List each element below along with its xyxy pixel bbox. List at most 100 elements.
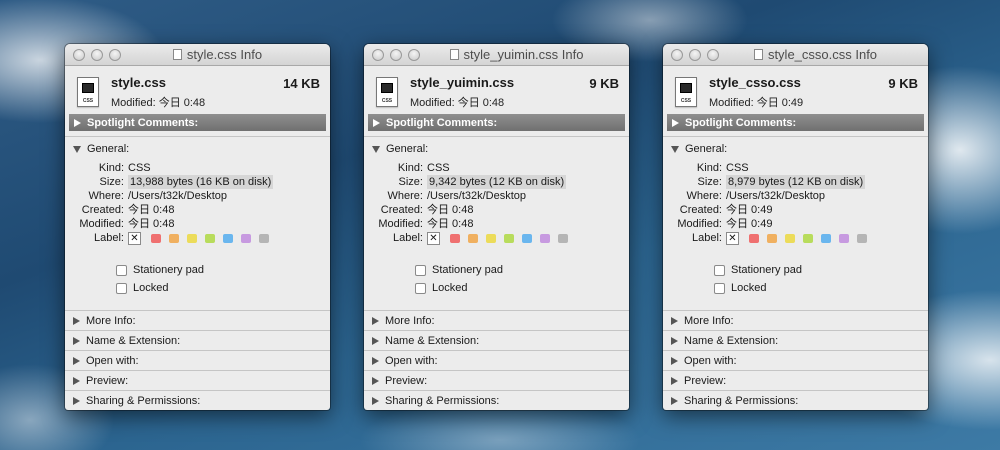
window-controls	[671, 49, 719, 61]
file-name: style_csso.css	[709, 75, 801, 90]
close-button[interactable]	[73, 49, 85, 61]
disclosure-triangle-icon[interactable]	[73, 336, 80, 345]
label-color-swatch[interactable]	[486, 233, 496, 243]
titlebar[interactable]: style.css Info	[65, 44, 330, 66]
label-color-swatch[interactable]	[857, 233, 867, 243]
disclosure-triangle-open-icon[interactable]	[372, 145, 380, 153]
disclosure-triangle-icon[interactable]	[74, 118, 81, 127]
locked-checkbox[interactable]: Locked	[714, 279, 928, 297]
disclosure-triangle-icon[interactable]	[671, 396, 678, 405]
sharing-permissions-header[interactable]: Sharing & Permissions:	[65, 390, 330, 410]
disclosure-triangle-icon[interactable]	[372, 376, 379, 385]
stationery-pad-checkbox[interactable]: Stationery pad	[714, 261, 928, 279]
preview-header[interactable]: Preview:	[364, 370, 629, 390]
disclosure-triangle-icon[interactable]	[671, 336, 678, 345]
name-extension-header[interactable]: Name & Extension:	[65, 330, 330, 350]
label-color-swatch[interactable]	[169, 233, 179, 243]
label-color-swatch[interactable]	[821, 233, 831, 243]
open-with-header[interactable]: Open with:	[364, 350, 629, 370]
label-color-swatch[interactable]	[187, 233, 197, 243]
zoom-button[interactable]	[109, 49, 121, 61]
more-info-header[interactable]: More Info:	[65, 310, 330, 330]
general-header[interactable]: General:	[364, 141, 629, 157]
checkbox-icon[interactable]	[714, 264, 725, 276]
checkbox-icon[interactable]	[714, 282, 725, 294]
css-file-icon: CSS	[376, 77, 398, 107]
spotlight-comments-header[interactable]: Spotlight Comments:	[667, 114, 924, 131]
minimize-button[interactable]	[689, 49, 701, 61]
name-extension-header[interactable]: Name & Extension:	[663, 330, 928, 350]
label-color-swatch[interactable]	[504, 233, 514, 243]
sharing-permissions-header[interactable]: Sharing & Permissions:	[663, 390, 928, 410]
label-color-swatch[interactable]	[450, 233, 460, 243]
spotlight-comments-header[interactable]: Spotlight Comments:	[69, 114, 326, 131]
disclosure-triangle-icon[interactable]	[73, 316, 80, 325]
label-color-swatch[interactable]	[205, 233, 215, 243]
label-color-swatch[interactable]	[223, 233, 233, 243]
label-color-swatch[interactable]	[749, 233, 759, 243]
label-color-swatch[interactable]	[803, 233, 813, 243]
checkbox-icon[interactable]	[116, 282, 127, 294]
checkbox-icon[interactable]	[415, 282, 426, 294]
general-section: General: Kind: CSS Size: 8,979 bytes (12 K…	[663, 136, 928, 306]
disclosure-triangle-icon[interactable]	[671, 316, 678, 325]
more-info-header[interactable]: More Info:	[364, 310, 629, 330]
label-color-swatch[interactable]	[468, 233, 478, 243]
disclosure-triangle-icon[interactable]	[671, 376, 678, 385]
checkbox-icon[interactable]	[415, 264, 426, 276]
disclosure-triangle-icon[interactable]	[73, 356, 80, 365]
stationery-pad-checkbox[interactable]: Stationery pad	[116, 261, 330, 279]
no-label-x-icon[interactable]: ✕	[427, 231, 440, 245]
no-label-x-icon[interactable]: ✕	[128, 231, 141, 245]
stationery-pad-checkbox[interactable]: Stationery pad	[415, 261, 629, 279]
open-with-header[interactable]: Open with:	[663, 350, 928, 370]
label-color-swatch[interactable]	[540, 233, 550, 243]
label-color-swatch[interactable]	[785, 233, 795, 243]
size-value: 9,342 bytes (12 KB on disk)	[427, 175, 567, 189]
disclosure-triangle-icon[interactable]	[73, 396, 80, 405]
checkbox-icon[interactable]	[116, 264, 127, 276]
minimize-button[interactable]	[91, 49, 103, 61]
label-color-swatch[interactable]	[151, 233, 161, 243]
label-color-swatch[interactable]	[558, 233, 568, 243]
more-info-header[interactable]: More Info:	[663, 310, 928, 330]
close-button[interactable]	[372, 49, 384, 61]
spotlight-comments-header[interactable]: Spotlight Comments:	[368, 114, 625, 131]
window-title: style_csso.css Info	[767, 47, 878, 62]
disclosure-triangle-icon[interactable]	[372, 316, 379, 325]
disclosure-triangle-icon[interactable]	[372, 336, 379, 345]
label-color-swatch[interactable]	[241, 233, 251, 243]
disclosure-triangle-icon[interactable]	[73, 376, 80, 385]
disclosure-triangle-open-icon[interactable]	[73, 145, 81, 153]
label-color-swatch[interactable]	[767, 233, 777, 243]
size-value: 13,988 bytes (16 KB on disk)	[128, 175, 274, 189]
label-color-swatch[interactable]	[522, 233, 532, 243]
no-label-x-icon[interactable]: ✕	[726, 231, 739, 245]
general-header[interactable]: General:	[663, 141, 928, 157]
preview-header[interactable]: Preview:	[663, 370, 928, 390]
close-button[interactable]	[671, 49, 683, 61]
created-row: Created: 今日 0:49	[679, 204, 773, 216]
label-color-swatch[interactable]	[259, 233, 269, 243]
titlebar[interactable]: style_csso.css Info	[663, 44, 928, 66]
general-header[interactable]: General:	[65, 141, 330, 157]
general-section: General: Kind: CSS Size: 13,988 bytes (16 …	[65, 136, 330, 306]
disclosure-triangle-icon[interactable]	[372, 356, 379, 365]
titlebar[interactable]: style_yuimin.css Info	[364, 44, 629, 66]
label-color-swatch[interactable]	[839, 233, 849, 243]
disclosure-triangle-icon[interactable]	[372, 396, 379, 405]
disclosure-triangle-open-icon[interactable]	[671, 145, 679, 153]
sharing-permissions-header[interactable]: Sharing & Permissions:	[364, 390, 629, 410]
disclosure-triangle-icon[interactable]	[671, 356, 678, 365]
disclosure-triangle-icon[interactable]	[373, 118, 380, 127]
name-extension-header[interactable]: Name & Extension:	[364, 330, 629, 350]
file-header: CSS style_yuimin.css Modified: 今日 0:48 9…	[364, 66, 629, 114]
disclosure-triangle-icon[interactable]	[672, 118, 679, 127]
zoom-button[interactable]	[408, 49, 420, 61]
locked-checkbox[interactable]: Locked	[116, 279, 330, 297]
open-with-header[interactable]: Open with:	[65, 350, 330, 370]
preview-header[interactable]: Preview:	[65, 370, 330, 390]
zoom-button[interactable]	[707, 49, 719, 61]
minimize-button[interactable]	[390, 49, 402, 61]
locked-checkbox[interactable]: Locked	[415, 279, 629, 297]
